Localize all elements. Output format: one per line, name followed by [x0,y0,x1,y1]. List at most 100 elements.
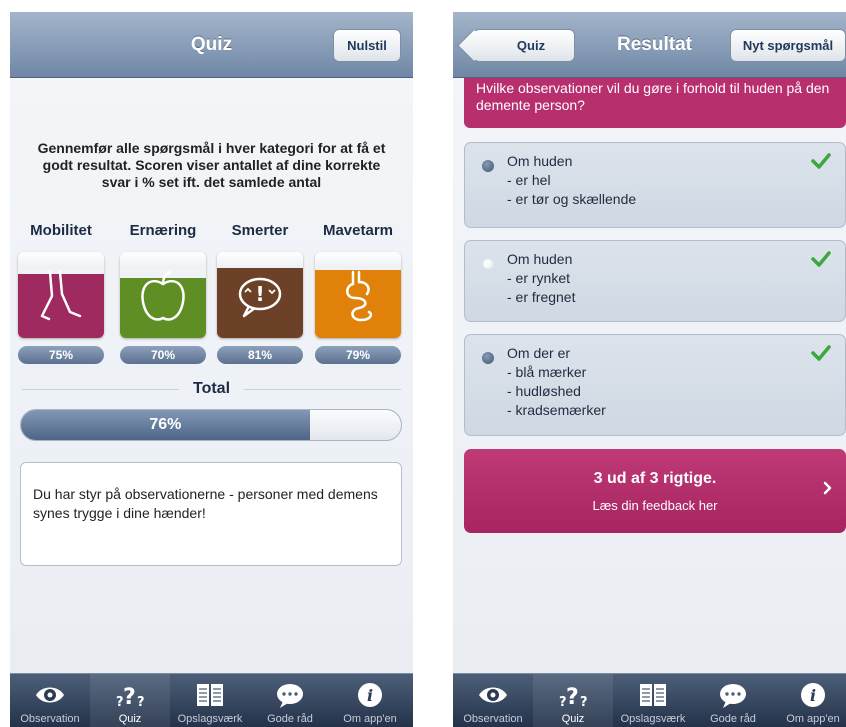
answer-option[interactable]: Om huden - er rynket - er fregnet [464,240,846,322]
svg-text:i: i [810,686,816,705]
answer-text: Om huden - er hel - er tør og skællende [507,152,636,209]
new-question-button[interactable]: Nyt spørgsmål [730,29,846,62]
tab-label: Observation [463,713,523,725]
result-score: 3 ud af 3 rigtige. [593,470,717,487]
category-smerter[interactable]: Smerter ! 81% [217,222,303,364]
category-label: Ernæring [129,222,197,239]
speech-bubble-icon [277,684,303,708]
check-icon [811,345,831,361]
eye-icon [36,687,64,703]
category-score: 70% [120,346,206,364]
tab-quiz[interactable]: ? ? ? Quiz [90,674,170,727]
feedback-link-button[interactable]: 3 ud af 3 rigtige. Læs din feedback her [464,449,846,533]
answer-text: Om der er - blå mærker - hudløshed - kra… [507,344,606,420]
answer-line: Om der er [507,345,571,361]
category-label: Mobilitet [30,222,92,239]
svg-text:?: ? [123,685,136,710]
svg-text:?: ? [580,695,588,710]
radio-unselected[interactable] [482,258,494,270]
answer-option[interactable]: Om der er - blå mærker - hudløshed - kra… [464,334,846,436]
category-tile[interactable] [315,252,401,338]
speech-bubble-icon [720,684,746,708]
tab-om-appen[interactable]: i Om app'en [330,674,410,727]
category-score: 75% [18,346,104,364]
tab-label: Gode råd [710,713,756,725]
answer-line: - er tør og skællende [507,191,637,207]
answer-line: - er rynket [507,270,571,286]
tab-label: Gode råd [267,713,313,725]
reset-button[interactable]: Nulstil [333,29,401,62]
tab-label: Observation [20,713,80,725]
category-label: Smerter [231,222,289,239]
total-heading: Total [10,380,413,398]
chevron-right-icon [823,481,832,495]
category-mavetarm[interactable]: Mavetarm 79% [315,222,401,364]
category-score: 81% [217,346,303,364]
svg-text:i: i [367,686,373,705]
pain-speech-icon: ! [238,277,282,318]
back-button[interactable]: Quiz [473,29,575,62]
stomach-icon [346,270,373,322]
total-label: Total [178,380,245,397]
tab-opslagsvaerk[interactable]: Opslagsværk [170,674,250,727]
answer-line: - kradsemærker [507,402,606,418]
apple-icon [141,270,185,321]
svg-text:!: ! [255,282,264,306]
tab-gode-raad[interactable]: Gode råd [693,674,773,727]
tab-om-appen[interactable]: i Om app'en [773,674,846,727]
radio-selected[interactable] [482,352,494,364]
intro-text: Gennemfør alle spørgsmål i hver kategori… [37,140,386,190]
tab-observation[interactable]: Observation [453,674,533,727]
radio-selected[interactable] [482,160,494,172]
category-ernaering[interactable]: Ernæring 70% [120,222,206,364]
answer-line: - er hel [507,172,551,188]
category-tile[interactable] [120,252,206,338]
tab-gode-raad[interactable]: Gode råd [250,674,330,727]
total-score: 76% [149,416,182,433]
answer-line: - hudløshed [507,383,581,399]
tab-label: Opslagsværk [177,713,243,725]
answer-line: Om huden [507,153,573,169]
check-icon [811,251,831,267]
info-icon: i [358,683,382,707]
tab-label: Om app'en [343,713,397,725]
tab-bar: Observation ? ? ? Quiz Opslagsværk Gode … [10,673,413,727]
category-score: 79% [315,346,401,364]
total-progress-bar: 76% [20,409,402,441]
question-marks-icon: ? ? ? [559,685,588,710]
tab-label: Opslagsværk [620,713,686,725]
tab-label: Quiz [118,713,142,725]
tab-observation[interactable]: Observation [10,674,90,727]
tab-label: Om app'en [786,713,840,725]
book-icon [197,684,223,706]
category-label: Mavetarm [322,222,394,239]
answer-line: Om huden [507,251,573,267]
check-icon [811,153,831,169]
navbar: Resultat Quiz Nyt spørgsmål [453,12,846,78]
info-icon: i [801,683,825,707]
question-text: Hvilke observationer vil du gøre i forho… [464,78,846,128]
answer-text: Om huden - er rynket - er fregnet [507,250,575,307]
eye-icon [479,687,507,703]
svg-text:?: ? [566,685,579,710]
tab-label: Quiz [561,713,585,725]
book-icon [640,684,666,706]
navbar: Quiz Nulstil [10,12,413,78]
tab-quiz[interactable]: ? ? ? Quiz [533,674,613,727]
back-label: Quiz [516,38,546,53]
answer-line: - er fregnet [507,289,576,305]
legs-icon [40,270,82,321]
answer-option[interactable]: Om huden - er hel - er tør og skællende [464,142,846,228]
category-tile[interactable] [18,252,104,338]
result-screen: Resultat Quiz Nyt spørgsmål Hvilke obser… [453,12,846,727]
category-mobilitet[interactable]: Mobilitet 75% [18,222,104,364]
category-tile[interactable]: ! [217,252,303,338]
result-feedback-link: Læs din feedback her [592,498,718,513]
tab-opslagsvaerk[interactable]: Opslagsværk [613,674,693,727]
tab-bar: Observation ? ? ? Quiz Opslagsværk Gode … [453,673,846,727]
answer-line: - blå mærker [507,364,587,380]
feedback-message: Du har styr på observationerne - persone… [20,462,402,566]
quiz-screen: Quiz Nulstil Gennemfør alle spørgsmål i … [10,12,413,727]
svg-text:?: ? [137,695,145,710]
question-marks-icon: ? ? ? [116,685,145,710]
